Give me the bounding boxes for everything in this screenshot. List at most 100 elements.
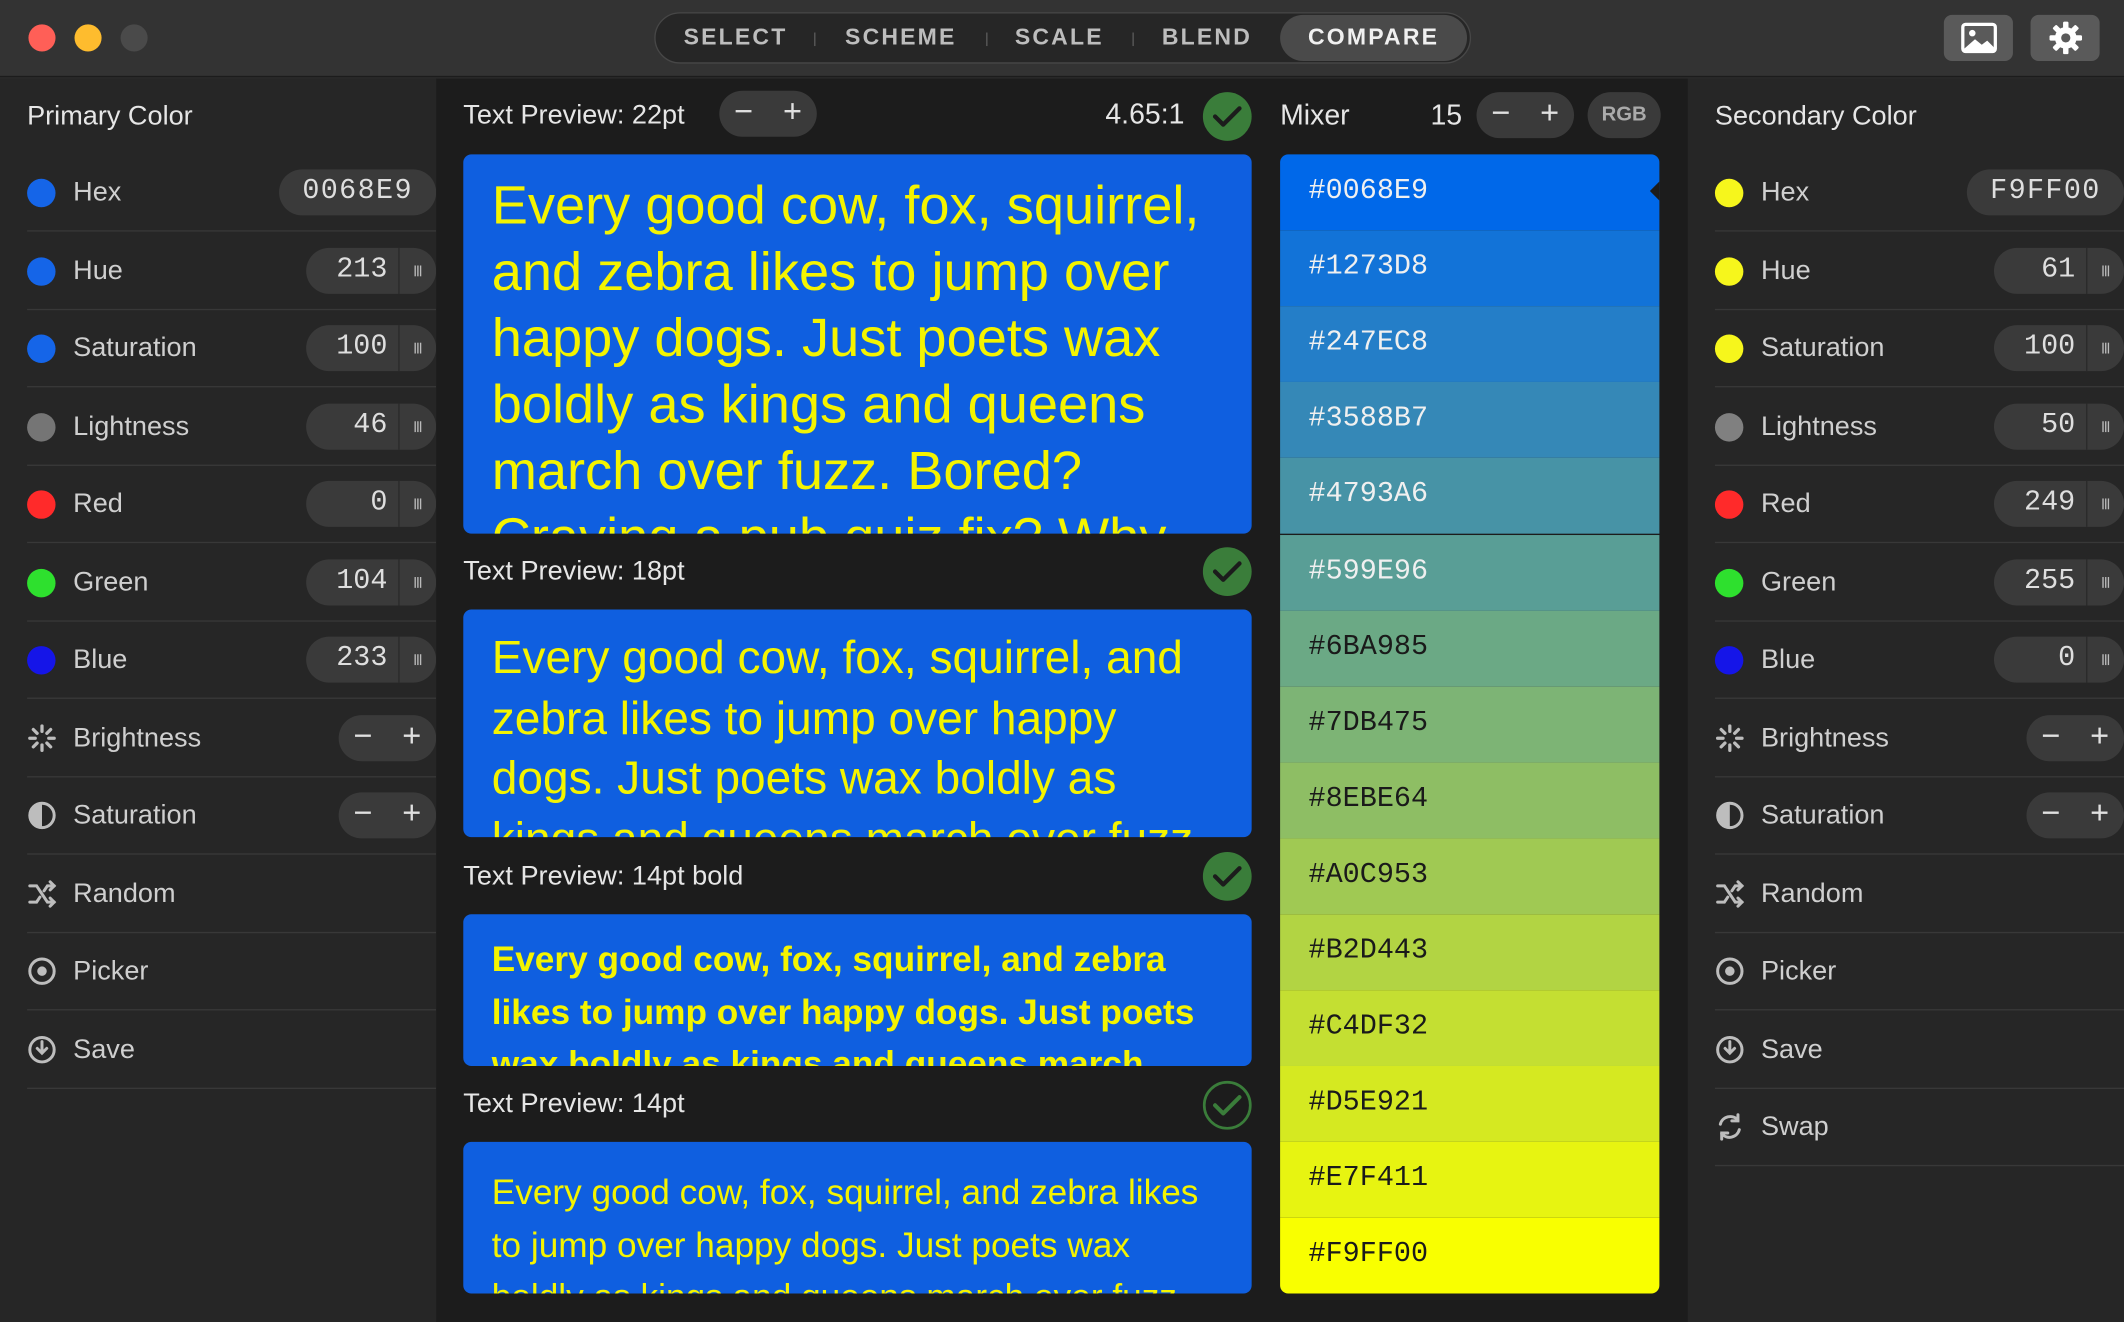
random-row[interactable]: Random — [1714, 855, 2124, 933]
hex-field[interactable]: 0068E9 — [279, 169, 437, 216]
swap-row[interactable]: Swap — [1714, 1089, 2124, 1167]
minimize-window-button[interactable] — [74, 24, 102, 52]
green-value[interactable]: 104 — [336, 559, 387, 605]
green-stepper[interactable]: 104 — [306, 558, 437, 605]
red-stepper[interactable]: 249 — [1993, 480, 2124, 527]
saturation-stepper[interactable]: 100 — [1993, 325, 2124, 372]
drag-handle-icon[interactable] — [2086, 402, 2124, 450]
drag-handle-icon[interactable] — [2086, 558, 2124, 605]
mixer-swatch[interactable]: #B2D443 — [1280, 914, 1660, 991]
mixer-swatch[interactable]: #7DB475 — [1280, 686, 1660, 763]
hue-label: Hue — [73, 255, 123, 286]
mixer-swatch[interactable]: #0068E9 — [1280, 154, 1660, 231]
lightness-value[interactable]: 46 — [353, 403, 387, 449]
contrast-ratio: 4.65:1 — [1105, 98, 1185, 131]
mixer-swatch[interactable]: #E7F411 — [1280, 1142, 1660, 1219]
hex-row: Hex F9FF00 — [1714, 154, 2124, 232]
red-value[interactable]: 249 — [2024, 481, 2075, 527]
brightness-decrease-button[interactable]: − — [2026, 714, 2075, 760]
mixer-swatch[interactable]: #8EBE64 — [1280, 762, 1660, 839]
zoom-window-button[interactable] — [120, 24, 148, 52]
save-row[interactable]: Save — [1714, 1011, 2124, 1089]
image-button[interactable] — [1943, 14, 2013, 61]
save-label: Save — [1760, 1034, 1823, 1064]
drag-handle-icon[interactable] — [398, 402, 436, 450]
hue-stepper[interactable]: 61 — [1993, 247, 2124, 294]
mixer-swatch[interactable]: #6BA985 — [1280, 610, 1660, 687]
drag-handle-icon[interactable] — [398, 325, 436, 372]
blue-stepper[interactable]: 233 — [306, 636, 437, 683]
save-label: Save — [73, 1034, 135, 1064]
tab-select[interactable]: SELECT — [675, 14, 797, 63]
mixer-mode-button[interactable]: RGB — [1587, 92, 1661, 139]
saturation-increase-button[interactable]: + — [2075, 792, 2124, 838]
hue-stepper[interactable]: 213 — [306, 247, 437, 294]
mixer-swatch[interactable]: #D5E921 — [1280, 1066, 1660, 1143]
hue-value[interactable]: 61 — [2041, 247, 2075, 293]
image-icon — [1960, 22, 1997, 54]
save-row[interactable]: Save — [27, 1011, 437, 1089]
red-value[interactable]: 0 — [370, 481, 387, 527]
settings-button[interactable] — [2030, 14, 2100, 61]
mixer-swatch[interactable]: #1273D8 — [1280, 230, 1660, 307]
lightness-value[interactable]: 50 — [2041, 403, 2075, 449]
brightness-increase-button[interactable]: + — [387, 714, 436, 760]
mixer-swatch[interactable]: #C4DF32 — [1280, 990, 1660, 1067]
drag-handle-icon[interactable] — [2086, 247, 2124, 294]
swap-label: Swap — [1760, 1112, 1829, 1142]
blue-stepper[interactable]: 0 — [1993, 636, 2124, 683]
lightness-stepper[interactable]: 46 — [306, 402, 437, 450]
saturation-decrease-button[interactable]: − — [339, 792, 388, 838]
hex-field[interactable]: F9FF00 — [1966, 169, 2124, 216]
drag-handle-icon[interactable] — [398, 247, 436, 294]
blue-row: Blue 233 — [27, 622, 437, 699]
mixer-swatch[interactable]: #A0C953 — [1280, 838, 1660, 915]
tab-scheme[interactable]: SCHEME — [833, 14, 968, 63]
tab-blend[interactable]: BLEND — [1149, 14, 1265, 63]
blue-swatch — [27, 646, 56, 675]
brightness-label: Brightness — [73, 722, 202, 753]
saturation-stepper[interactable]: 100 — [306, 325, 437, 372]
drag-handle-icon[interactable] — [2086, 480, 2124, 527]
blue-value[interactable]: 0 — [2058, 637, 2075, 683]
half-circle-icon — [27, 801, 57, 831]
brightness-decrease-button[interactable]: − — [339, 714, 388, 760]
drag-handle-icon[interactable] — [398, 558, 436, 605]
font-size-decrease-button[interactable]: − — [719, 91, 768, 137]
saturation-value[interactable]: 100 — [2024, 325, 2075, 371]
saturation-increase-button[interactable]: + — [387, 792, 436, 838]
blue-value[interactable]: 233 — [336, 637, 387, 683]
drag-handle-icon[interactable] — [2086, 636, 2124, 683]
mixer-steps-increase-button[interactable]: + — [1525, 92, 1574, 138]
font-size-increase-button[interactable]: + — [768, 91, 817, 137]
close-window-button[interactable] — [28, 24, 56, 52]
green-stepper[interactable]: 255 — [1993, 558, 2124, 605]
mixer-swatch[interactable]: #4793A6 — [1280, 458, 1660, 535]
random-row[interactable]: Random — [27, 855, 437, 933]
brightness-stepper: − + — [338, 714, 437, 761]
red-stepper[interactable]: 0 — [306, 480, 437, 527]
drag-handle-icon[interactable] — [398, 480, 436, 527]
picker-row[interactable]: Picker — [1714, 933, 2124, 1011]
mixer-swatch[interactable]: #599E96 — [1280, 534, 1660, 611]
mixer-steps-decrease-button[interactable]: − — [1477, 92, 1526, 138]
hue-swatch — [27, 256, 56, 286]
lightness-stepper[interactable]: 50 — [1993, 402, 2124, 450]
drag-handle-icon[interactable] — [398, 636, 436, 683]
green-value[interactable]: 255 — [2024, 559, 2075, 605]
hue-value[interactable]: 213 — [336, 247, 387, 293]
mixer-swatch[interactable]: #3588B7 — [1280, 382, 1660, 459]
picker-row[interactable]: Picker — [27, 933, 437, 1011]
saturation-value[interactable]: 100 — [336, 325, 387, 371]
brightness-increase-button[interactable]: + — [2075, 714, 2124, 760]
hex-row: Hex 0068E9 — [27, 154, 437, 232]
saturation-decrease-button[interactable]: − — [2026, 792, 2075, 838]
tab-compare[interactable]: COMPARE — [1280, 14, 1468, 61]
tab-scale[interactable]: SCALE — [1005, 14, 1113, 63]
mixer-swatch[interactable]: #247EC8 — [1280, 306, 1660, 383]
preview-22pt-label: Text Preview: 22pt — [463, 100, 685, 131]
saturation-row: Saturation 100 — [1714, 310, 2124, 388]
red-label: Red — [1760, 488, 1811, 519]
drag-handle-icon[interactable] — [2086, 325, 2124, 372]
mixer-swatch[interactable]: #F9FF00 — [1280, 1218, 1660, 1295]
